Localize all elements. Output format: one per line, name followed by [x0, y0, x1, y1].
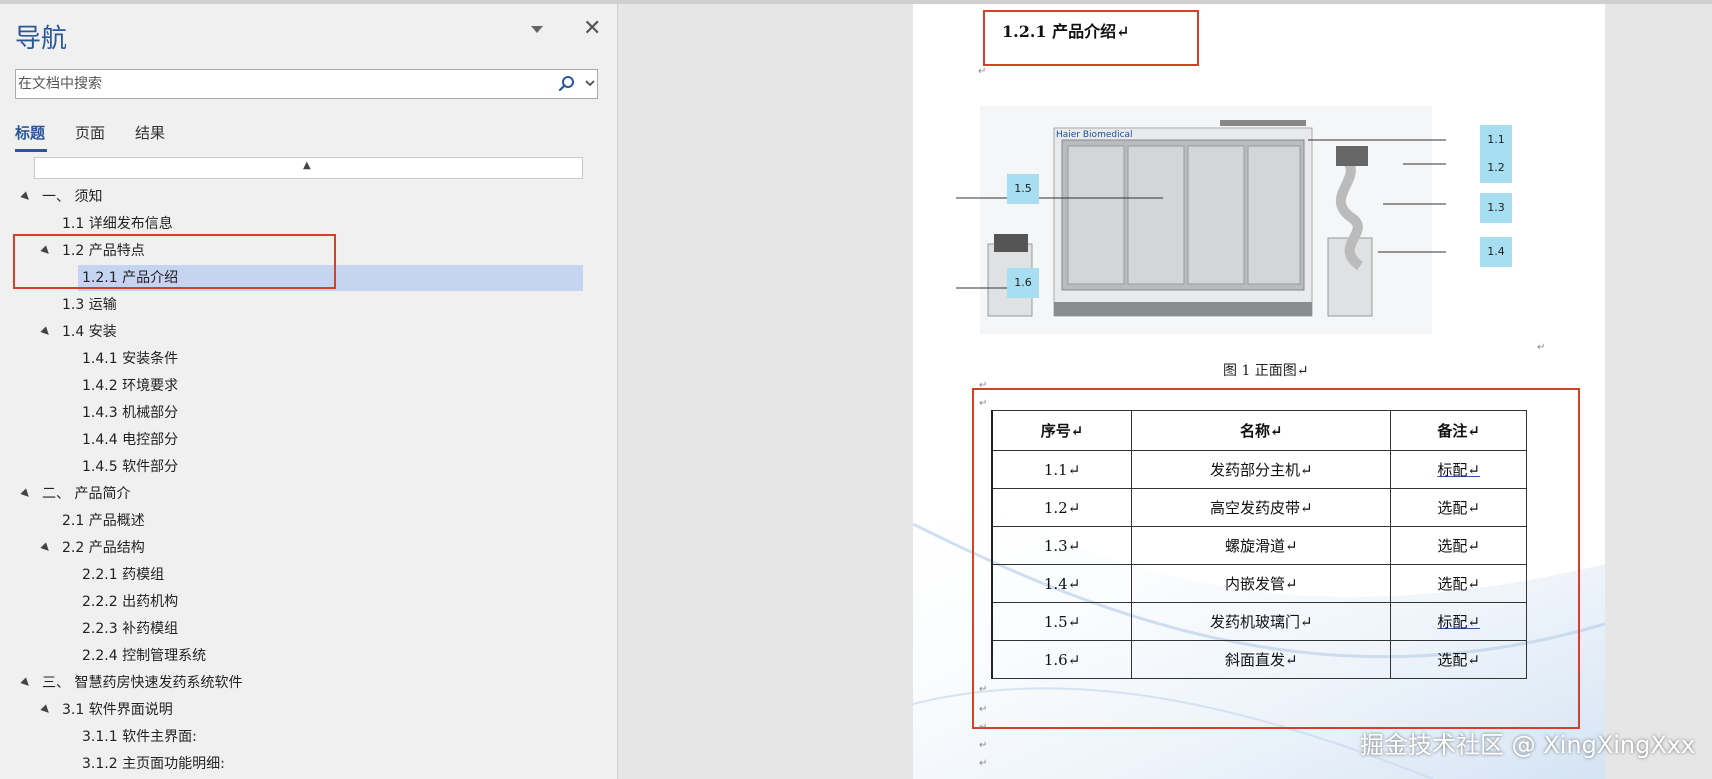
chevron-down-icon[interactable] — [583, 76, 597, 90]
callout-1-6: 1.6 — [1007, 268, 1039, 298]
highlight-box-nav — [13, 234, 336, 289]
nav-tree-item[interactable]: 1.4.5 软件部分 — [82, 454, 178, 480]
document-page: 1.2.1 产品介绍↵ ↵ Haier Biomedical 1.1 1.2 1… — [913, 4, 1605, 779]
nav-tree-label: 3.1.2 主页面功能明细: — [82, 756, 225, 772]
nav-tree-label: 2.1 产品概述 — [62, 513, 145, 529]
paragraph-mark: ↵ — [1537, 342, 1546, 353]
nav-tree-label: 1.4 安装 — [62, 324, 117, 340]
nav-tree-label: 1.4.2 环境要求 — [82, 378, 179, 394]
paragraph-mark: ↵ — [979, 722, 988, 733]
nav-tree-item[interactable]: 2.2.2 出药机构 — [82, 589, 178, 615]
nav-tree-item[interactable]: 3.1 软件界面说明 — [40, 697, 173, 723]
nav-tree-item[interactable]: 2.2 产品结构 — [40, 535, 145, 561]
tab-headings[interactable]: 标题 — [15, 122, 45, 143]
callout-1-3: 1.3 — [1480, 193, 1512, 223]
tab-results[interactable]: 结果 — [135, 122, 165, 143]
nav-tree-label: 1.4.1 安装条件 — [82, 351, 179, 367]
nav-tree-item[interactable]: 2.2.1 药模组 — [82, 562, 164, 588]
search-box[interactable] — [15, 69, 598, 99]
nav-tree-label: 1.1 详细发布信息 — [62, 216, 173, 232]
nav-tree-item[interactable]: 1.4.4 电控部分 — [82, 427, 178, 453]
nav-tree-label: 2.2 产品结构 — [62, 540, 145, 556]
navigation-pane: 导航 ✕ 标题 页面 结果 ▲ 一、 须知1.1 详细发布信息1.2 产品特点1… — [0, 4, 618, 779]
nav-tree-item[interactable]: 二、 产品简介 — [20, 481, 131, 507]
nav-title: 导航 — [15, 24, 68, 54]
scroll-up-icon: ▲ — [303, 160, 311, 171]
close-icon[interactable]: ✕ — [583, 18, 601, 40]
callout-1-5: 1.5 — [1007, 174, 1039, 204]
nav-tree-item[interactable]: 3.1.1 软件主界面: — [82, 724, 197, 750]
collapse-triangle-icon[interactable] — [20, 677, 32, 689]
nav-tree-label: 一、 须知 — [42, 189, 103, 205]
nav-tree-item[interactable]: 1.4.1 安装条件 — [82, 346, 178, 372]
nav-tree-label: 2.2.1 药模组 — [82, 567, 165, 583]
paragraph-mark: ↵ — [979, 740, 988, 751]
nav-tree-item[interactable]: 2.1 产品概述 — [62, 508, 145, 534]
nav-tree-item[interactable]: 1.4 安装 — [40, 319, 117, 345]
nav-tree-label: 1.4.4 电控部分 — [82, 432, 179, 448]
nav-tree-label: 2.2.4 控制管理系统 — [82, 648, 207, 664]
nav-tree-label: 3.1.1 软件主界面: — [82, 729, 197, 745]
callout-1-4: 1.4 — [1480, 237, 1512, 267]
nav-tree-label: 二、 产品简介 — [42, 486, 131, 502]
collapse-triangle-icon[interactable] — [40, 542, 52, 554]
nav-tree-item[interactable]: 一、 须知 — [20, 184, 103, 210]
paragraph-mark: ↵ — [979, 758, 988, 769]
figure-caption: 图 1 正面图↵ — [1223, 363, 1309, 379]
collapse-triangle-icon[interactable] — [20, 488, 32, 500]
active-tab-indicator — [15, 149, 47, 152]
nav-tree-item[interactable]: 2.2.3 补药模组 — [82, 616, 178, 642]
search-input[interactable] — [18, 73, 548, 95]
tab-pages[interactable]: 页面 — [75, 122, 105, 143]
nav-tree-label: 三、 智慧药房快速发药系统软件 — [42, 675, 243, 691]
search-icon[interactable] — [557, 74, 577, 94]
paragraph-mark: ↵ — [979, 704, 988, 715]
collapse-triangle-icon[interactable] — [40, 326, 52, 338]
nav-tree-label: 1.4.3 机械部分 — [82, 405, 179, 421]
nav-tree-item[interactable]: 3.1.2 主页面功能明细: — [82, 751, 225, 777]
collapse-triangle-icon[interactable] — [20, 191, 32, 203]
nav-tree-label: 2.2.3 补药模组 — [82, 621, 179, 637]
nav-tree-item[interactable]: 1.3 运输 — [62, 292, 117, 318]
callout-1-2: 1.2 — [1480, 153, 1512, 183]
nav-tree-label: 3.1 软件界面说明 — [62, 702, 173, 718]
nav-tree-label: 1.4.5 软件部分 — [82, 459, 179, 475]
nav-tree-item[interactable]: 1.4.3 机械部分 — [82, 400, 178, 426]
scroll-up-button[interactable]: ▲ — [34, 157, 583, 179]
nav-tree-item[interactable]: 2.2.4 控制管理系统 — [82, 643, 206, 669]
pane-options-chevron-icon[interactable] — [531, 26, 543, 33]
word-window: 导航 ✕ 标题 页面 结果 ▲ 一、 须知1.1 详细发布信息1.2 产品特点1… — [0, 0, 1712, 779]
paragraph-mark: ↵ — [979, 684, 988, 695]
highlight-box-table — [972, 388, 1580, 729]
nav-tree-item[interactable]: 1.4.2 环境要求 — [82, 373, 178, 399]
watermark-text: 掘金技术社区 @ XingXingXxx — [1360, 731, 1696, 759]
nav-tree-label: 2.2.2 出药机构 — [82, 594, 179, 610]
collapse-triangle-icon[interactable] — [40, 704, 52, 716]
callout-1-1: 1.1 — [1480, 125, 1512, 155]
nav-tree-item[interactable]: 三、 智慧药房快速发药系统软件 — [20, 670, 243, 696]
nav-tree-label: 1.3 运输 — [62, 297, 117, 313]
